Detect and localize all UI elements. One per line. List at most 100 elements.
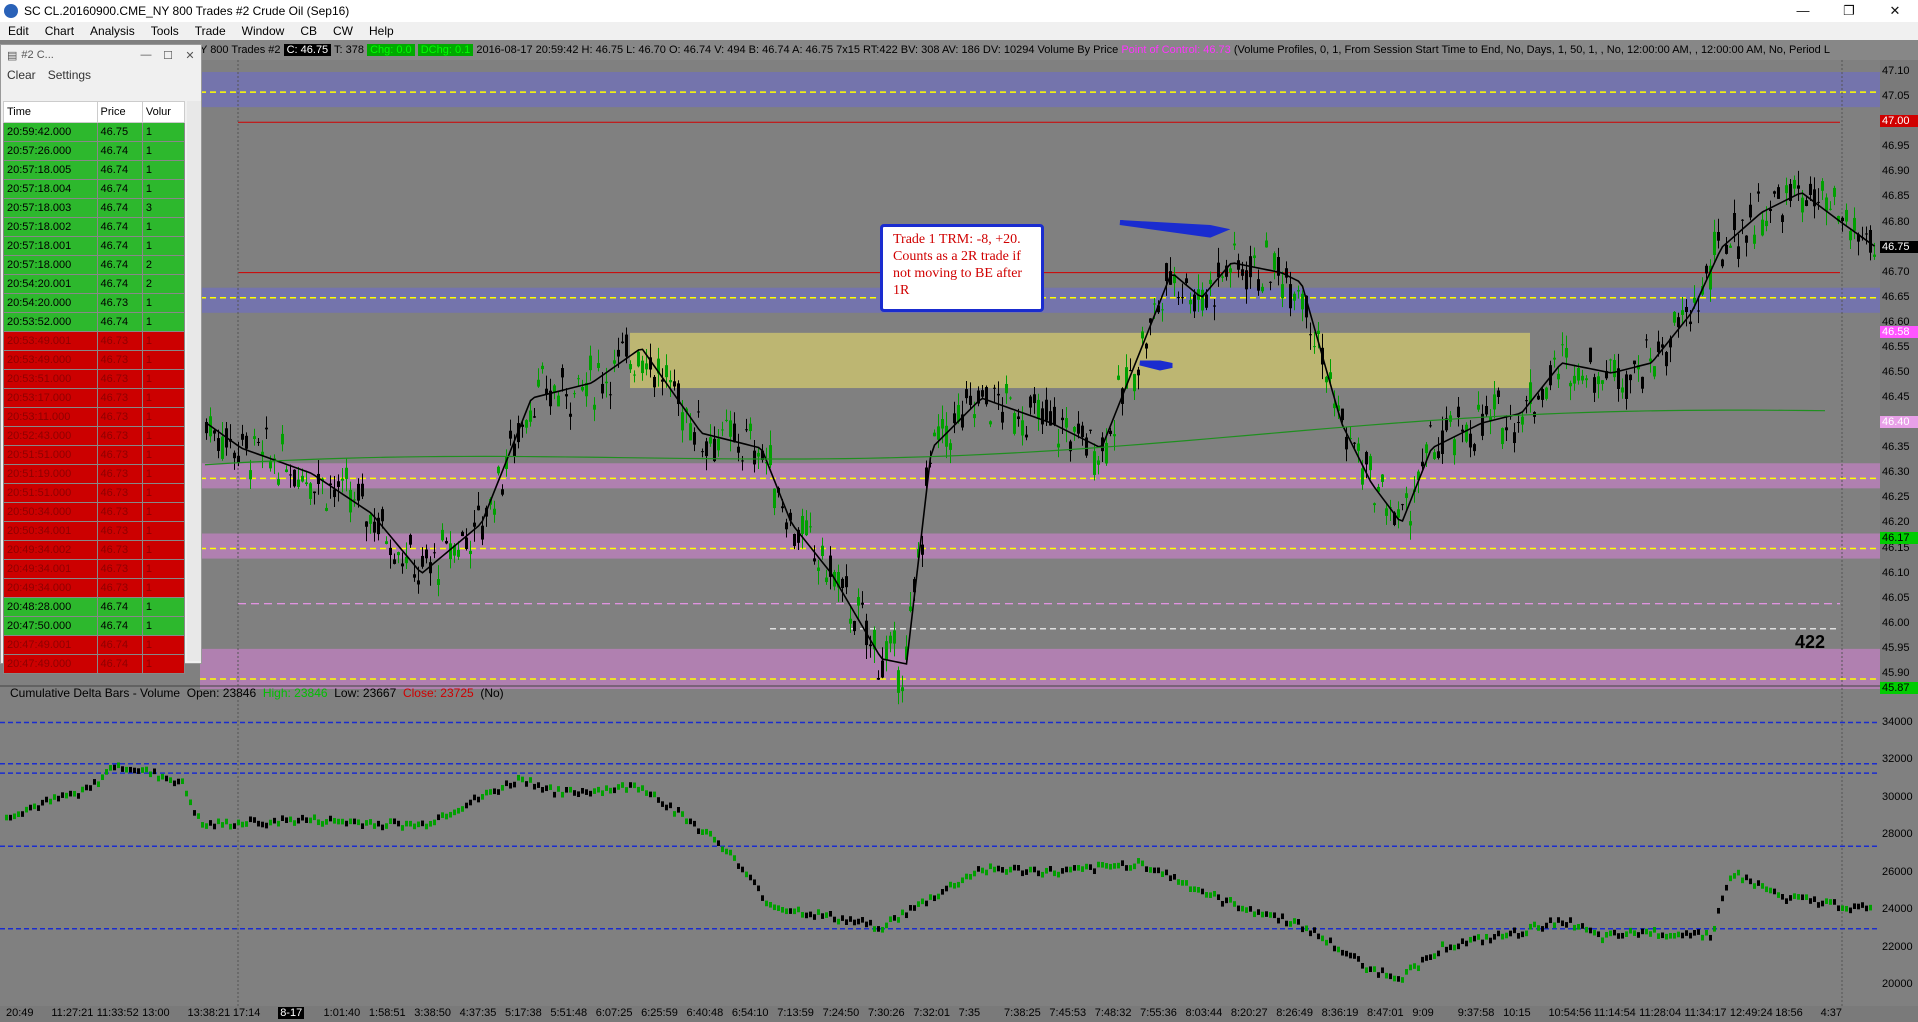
- tas-row[interactable]: 20:57:18.001 46.74 1: [3, 236, 186, 256]
- tas-row[interactable]: 20:52:43.000 46.73 1: [3, 426, 186, 446]
- tas-row[interactable]: 20:59:42.000 46.75 1: [3, 122, 186, 142]
- tas-row[interactable]: 20:53:11.000 46.73 1: [3, 407, 186, 427]
- chart-area[interactable]: [0, 40, 1918, 1022]
- tas-row[interactable]: 20:49:34.002 46.73 1: [3, 540, 186, 560]
- cumdelta-high: High: 23846: [262, 686, 328, 700]
- menu-analysis[interactable]: Analysis: [82, 24, 143, 38]
- menu-chart[interactable]: Chart: [37, 24, 82, 38]
- tas-icon: ▤: [7, 49, 18, 62]
- time-and-sales-window[interactable]: ▤ #2 C... — ☐ ✕ Clear Settings Time Pric…: [0, 44, 202, 674]
- cumdelta-bar: [565, 786, 568, 793]
- candle-body: [637, 351, 640, 367]
- tas-row[interactable]: 20:53:17.000 46.73 1: [3, 388, 186, 408]
- col-volume[interactable]: Volur: [141, 101, 186, 123]
- menu-trade[interactable]: Trade: [187, 24, 234, 38]
- tas-row[interactable]: 20:47:49.001 46.74 1: [3, 635, 186, 655]
- cumdelta-bar: [1785, 898, 1788, 904]
- time-tick-label: 9:09: [1412, 1007, 1434, 1019]
- cumdelta-bar: [1177, 879, 1180, 885]
- tas-row[interactable]: 20:54:20.001 46.74 2: [3, 274, 186, 294]
- tas-row[interactable]: 20:50:34.001 46.73 1: [3, 521, 186, 541]
- col-time[interactable]: Time: [3, 101, 98, 123]
- cumdelta-bar: [949, 881, 952, 888]
- cumdelta-bar: [1425, 955, 1428, 961]
- tas-row[interactable]: 20:47:49.000 46.74 1: [3, 654, 186, 674]
- tas-row[interactable]: 20:57:18.002 46.74 1: [3, 217, 186, 237]
- candle-body: [1809, 183, 1812, 195]
- tas-row[interactable]: 20:57:18.003 46.74 3: [3, 198, 186, 218]
- cumdelta-bar: [1741, 877, 1744, 884]
- cumdelta-bar: [1849, 907, 1852, 914]
- tas-row[interactable]: 20:51:19.000 46.73 1: [3, 464, 186, 484]
- cumdelta-bar: [1673, 932, 1676, 939]
- cumdelta-bar: [609, 787, 612, 794]
- time-tick-label: 3:38:50: [414, 1007, 451, 1019]
- tas-cell-vol: 1: [141, 654, 186, 674]
- trade-annotation[interactable]: Trade 1 TRM: -8, +20. Counts as a 2R tra…: [880, 224, 1044, 312]
- tas-scrollbar[interactable]: [187, 101, 201, 661]
- minimize-button[interactable]: —: [1780, 0, 1826, 22]
- cumdelta-bar: [1589, 927, 1592, 934]
- tas-row[interactable]: 20:57:18.005 46.74 1: [3, 160, 186, 180]
- candle-body: [301, 475, 304, 482]
- maximize-button[interactable]: ❐: [1826, 0, 1872, 22]
- time-axis[interactable]: 20:49 11:27:21 11:33:52 13:00 13:38:21 17:14 8…: [0, 1006, 1918, 1022]
- tas-row[interactable]: 20:51:51.000 46.73 1: [3, 483, 186, 503]
- tas-minimize-button[interactable]: —: [135, 49, 157, 62]
- price-tag-pink2: 46.40: [1880, 416, 1918, 429]
- menu-help[interactable]: Help: [361, 24, 402, 38]
- menu-cw[interactable]: CW: [325, 24, 361, 38]
- candle-body: [1645, 339, 1648, 341]
- cumdelta-bar: [621, 782, 624, 788]
- menu-window[interactable]: Window: [234, 24, 293, 38]
- tas-row[interactable]: 20:49:34.000 46.73 1: [3, 578, 186, 598]
- close-button[interactable]: ✕: [1872, 0, 1918, 22]
- tas-row[interactable]: 20:49:34.001 46.73 1: [3, 559, 186, 579]
- time-tick-label: 11:27:21: [51, 1007, 94, 1019]
- time-tick-label: 13:00: [142, 1007, 170, 1019]
- candle-body: [285, 469, 288, 473]
- tas-settings-button[interactable]: Settings: [42, 68, 97, 82]
- tas-row[interactable]: 20:53:49.000 46.73 1: [3, 350, 186, 370]
- menu-edit[interactable]: Edit: [0, 24, 37, 38]
- tas-row[interactable]: 20:48:28.000 46.74 1: [3, 597, 186, 617]
- cumdelta-bar: [665, 804, 668, 811]
- candle-body: [1621, 387, 1624, 393]
- cumdelta-bar: [1701, 934, 1704, 941]
- tas-cell-price: 46.73: [96, 388, 143, 408]
- tas-row[interactable]: 20:51:51.000 46.73 1: [3, 445, 186, 465]
- tas-row[interactable]: 20:53:51.000 46.73 1: [3, 369, 186, 389]
- tas-row[interactable]: 20:54:20.000 46.73 1: [3, 293, 186, 313]
- candle-body: [1365, 452, 1368, 465]
- candle-body: [213, 430, 216, 434]
- candle-body: [1245, 270, 1248, 290]
- chart-canvas[interactable]: [0, 40, 1918, 1022]
- time-tick-label: 7:13:59: [777, 1007, 814, 1019]
- menu-tools[interactable]: Tools: [143, 24, 187, 38]
- candle-body: [341, 478, 344, 481]
- tas-row[interactable]: 20:57:18.000 46.74 2: [3, 255, 186, 275]
- cumdelta-bar: [321, 821, 324, 827]
- cumdelta-bar: [1357, 956, 1360, 962]
- tas-close-button[interactable]: ✕: [179, 49, 201, 62]
- tas-clear-button[interactable]: Clear: [1, 68, 42, 82]
- tas-row[interactable]: 20:57:26.000 46.74 1: [3, 141, 186, 161]
- cumdelta-axis[interactable]: 34000 32000 30000 28000 26000 24000 22000 20000: [1880, 685, 1918, 1005]
- cumdelta-bar: [1613, 929, 1616, 936]
- menu-cb[interactable]: CB: [292, 24, 325, 38]
- tas-row[interactable]: 20:47:50.000 46.74 1: [3, 616, 186, 636]
- tas-maximize-button[interactable]: ☐: [157, 49, 179, 62]
- cumdelta-bar: [1261, 911, 1264, 918]
- candle-body: [1189, 299, 1192, 305]
- tas-row[interactable]: 20:53:52.000 46.74 1: [3, 312, 186, 332]
- cumdelta-bar: [1277, 917, 1280, 924]
- tas-row[interactable]: 20:50:34.000 46.73 1: [3, 502, 186, 522]
- col-price[interactable]: Price: [96, 101, 143, 123]
- tas-row[interactable]: 20:53:49.001 46.73 1: [3, 331, 186, 351]
- price-tick-label: 47.10: [1882, 65, 1910, 78]
- tas-row[interactable]: 20:57:18.004 46.74 1: [3, 179, 186, 199]
- cumdelta-bar: [1569, 917, 1572, 923]
- candle-body: [849, 618, 852, 624]
- tas-cell-vol: 1: [141, 597, 186, 617]
- price-axis[interactable]: 47.10 47.05 47.00 46.95 46.90 46.85 46.80 46.75…: [1880, 60, 1918, 685]
